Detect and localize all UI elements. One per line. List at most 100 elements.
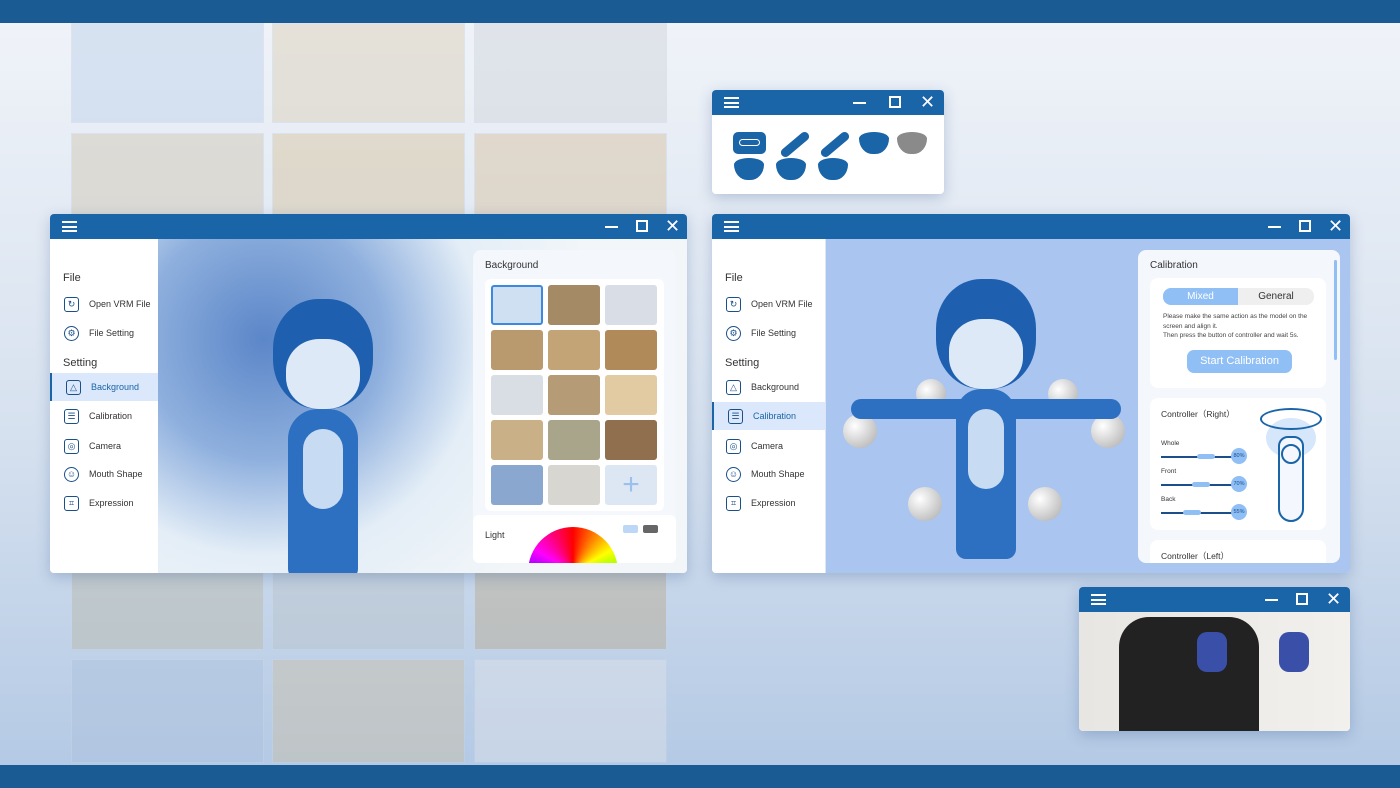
label: Calibration [89,411,133,421]
label: Open VRM File [89,299,151,309]
bottom-bar [0,765,1400,788]
plus-icon[interactable]: + [605,465,657,505]
sidebar: File ↻ Open VRM File ⚙ File Setting Settin… [50,239,158,573]
panel-title: Background [485,260,539,271]
slider-whole[interactable]: Whole 80% [1161,440,1256,464]
calibration-sphere [843,414,877,448]
label: Mouth Shape [751,469,805,479]
background-thumb[interactable] [548,465,600,505]
label: File Setting [89,328,135,338]
face-scan-icon: ⌗ [64,495,79,511]
camera-icon: ◎ [64,438,79,454]
controller-right-icon[interactable] [779,130,811,159]
sidebar-item-mouth-shape[interactable]: ☺ Mouth Shape [712,460,825,488]
avatar-model [258,279,388,573]
sidebar-item-calibration[interactable]: ☰ Calibration [712,402,825,430]
sidebar-item-calibration[interactable]: ☰ Calibration [50,402,158,430]
slider-handle[interactable] [1182,510,1201,515]
tracker-inactive-icon[interactable] [897,132,927,154]
background-thumb[interactable] [605,285,657,325]
sidebar-item-background[interactable]: △ Background [50,373,158,401]
slider-label: Whole [1161,440,1180,447]
background-thumb[interactable] [548,330,600,370]
tracker-icon[interactable] [734,158,764,180]
sidebar-item-camera[interactable]: ◎ Camera [712,432,825,460]
background-thumb[interactable] [548,375,600,415]
background-thumb[interactable] [605,330,657,370]
gear-icon: ⚙ [64,325,79,341]
background-thumb[interactable] [491,465,543,505]
scrollbar[interactable] [1334,260,1337,360]
background-thumb[interactable] [491,375,543,415]
background-thumb[interactable] [605,420,657,460]
tracker-icon[interactable] [859,132,889,154]
setting-header: Setting [63,357,98,369]
menu-icon[interactable] [724,221,739,232]
tab-mixed[interactable]: Mixed [1163,288,1238,305]
slider-back[interactable]: Back 55% [1161,496,1256,520]
light-swatch[interactable] [623,525,638,533]
top-bar [0,0,1400,23]
sidebar-item-open-vrm-file[interactable]: ↻ Open VRM File [712,290,825,318]
menu-icon[interactable] [1091,594,1106,605]
maximize-button[interactable] [1296,593,1308,605]
sidebar-item-file-setting[interactable]: ⚙ File Setting [712,319,825,347]
title-bar: ✕ [712,90,944,115]
background-thumb[interactable] [605,375,657,415]
menu-icon[interactable] [724,97,739,108]
start-calibration-button[interactable]: Start Calibration [1187,350,1292,373]
menu-icon[interactable] [62,221,77,232]
background-panel: Background + Light [473,250,676,563]
slider-handle[interactable] [1191,482,1210,487]
background-thumb[interactable] [548,285,600,325]
background-thumb[interactable] [491,420,543,460]
file-header: File [725,272,743,284]
calibration-window: ✕ File ↻ Open VRM File ⚙ File Setting Sett… [712,214,1350,573]
slider-front[interactable]: Front 70% [1161,468,1256,492]
minimize-button[interactable] [853,102,866,104]
controller-left-icon[interactable] [819,130,851,159]
slider-handle[interactable] [1197,454,1216,459]
sidebar-item-expression[interactable]: ⌗ Expression [712,489,825,517]
label: Camera [89,441,122,451]
refresh-file-icon: ↻ [726,296,741,312]
minimize-button[interactable] [1268,226,1281,228]
background-thumb[interactable] [491,285,543,325]
background-thumb[interactable] [548,420,600,460]
light-card: Light [473,515,676,563]
tracker-icon[interactable] [776,158,806,180]
dark-swatch[interactable] [643,525,658,533]
sidebar-item-open-vrm-file[interactable]: ↻ Open VRM File [50,290,158,318]
maximize-button[interactable] [636,220,648,232]
setting-header: Setting [725,357,760,369]
label: Calibration [753,411,797,421]
controller-left-title: Controller（Left） [1161,551,1230,561]
close-button[interactable]: ✕ [920,92,935,113]
sidebar-item-background[interactable]: △ Background [712,373,825,401]
sidebar-item-camera[interactable]: ◎ Camera [50,432,158,460]
minimize-button[interactable] [605,226,618,228]
tracker-icon[interactable] [818,158,848,180]
calibration-panel: Calibration Mixed General Please make th… [1138,250,1340,563]
maximize-button[interactable] [889,96,901,108]
slider-label: Front [1161,468,1177,475]
camera-preview-window: ✕ [1079,587,1350,731]
sidebar-item-mouth-shape[interactable]: ☺ Mouth Shape [50,460,158,488]
close-button[interactable]: ✕ [665,216,680,237]
close-button[interactable]: ✕ [1328,216,1343,237]
background-thumb[interactable] [491,330,543,370]
refresh-file-icon: ↻ [64,296,79,312]
file-header: File [63,272,81,284]
maximize-button[interactable] [1299,220,1311,232]
close-button[interactable]: ✕ [1326,589,1341,610]
controller-left-card: Controller（Left） [1150,540,1326,563]
label: Open VRM File [751,299,813,309]
sidebar-item-file-setting[interactable]: ⚙ File Setting [50,319,158,347]
instructions: Please make the same action as the model… [1163,312,1323,341]
slider-label: Back [1161,496,1176,503]
color-wheel[interactable] [528,527,618,563]
sidebar-item-expression[interactable]: ⌗ Expression [50,489,158,517]
tab-general[interactable]: General [1238,288,1314,305]
minimize-button[interactable] [1265,599,1278,601]
headset-tracker-icon[interactable] [733,132,766,154]
